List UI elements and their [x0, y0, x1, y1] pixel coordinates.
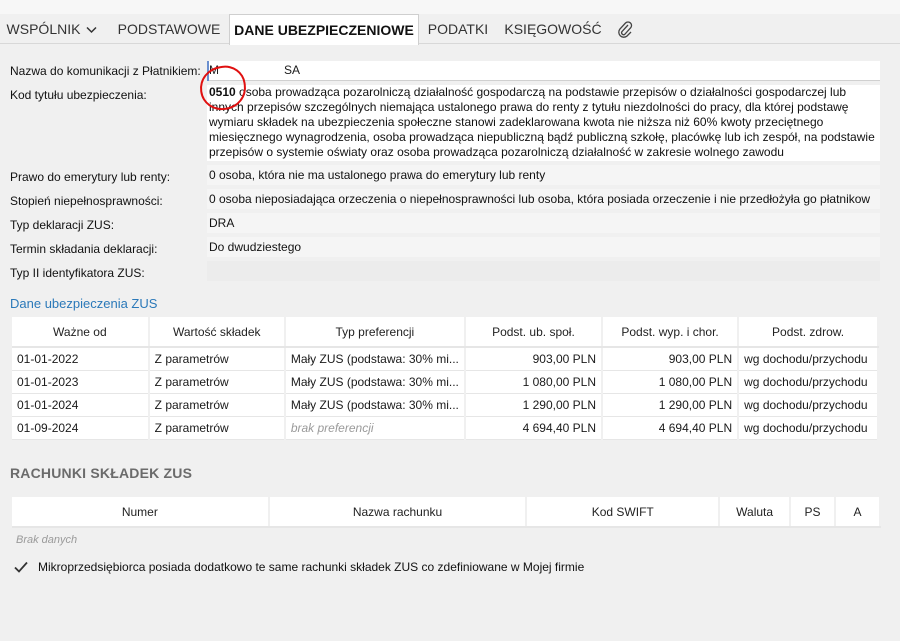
emerytura-field[interactable]: 0 osoba, która nie ma ustalonego prawa d…	[207, 165, 880, 185]
tab-dane-ubezpieczeniowe[interactable]: DANE UBEZPIECZENIOWE	[229, 14, 419, 45]
cell-preference: Mały ZUS (podstawa: 30% mi...	[284, 393, 466, 417]
table-row[interactable]: 01-01-2022 Z parametrów Mały ZUS (podsta…	[12, 347, 879, 371]
zus-table: Ważne od Wartość składek Typ preferencji…	[12, 317, 879, 440]
tab-podstawowe[interactable]: PODSTAWOWE	[110, 14, 228, 44]
column-header[interactable]: Typ preferencji	[284, 317, 466, 348]
column-header[interactable]: Ważne od	[12, 317, 150, 348]
cell-social-base: 1 080,00 PLN	[464, 370, 604, 394]
cell-preference: Mały ZUS (podstawa: 30% mi...	[284, 347, 466, 371]
column-header[interactable]: Waluta	[719, 497, 792, 528]
name-value-end: SA	[284, 63, 301, 77]
kod-field[interactable]: 0510 osoba prowadząca pozarolniczą dział…	[207, 85, 880, 161]
niepelno-label: Stopień niepełnosprawności:	[10, 194, 163, 208]
checkmark-icon[interactable]	[12, 558, 30, 576]
cell-health-base: wg dochodu/przychodu	[738, 347, 879, 371]
empty-state-text: Brak danych	[16, 534, 78, 546]
table-row[interactable]: 01-01-2024 Z parametrów Mały ZUS (podsta…	[12, 393, 879, 417]
cell-value-type: Z parametrów	[148, 416, 286, 440]
name-value-start: M	[209, 63, 219, 77]
paperclip-icon	[617, 21, 633, 39]
accounts-table: Numer Nazwa rachunku Kod SWIFT Waluta PS…	[12, 497, 881, 528]
cell-social-base: 4 694,40 PLN	[464, 416, 604, 440]
tab-label: DANE UBEZPIECZENIOWE	[234, 22, 414, 38]
tab-podatki[interactable]: PODATKI	[420, 14, 496, 44]
column-header[interactable]: Podst. zdrow.	[738, 317, 879, 348]
cell-preference: Mały ZUS (podstawa: 30% mi...	[284, 370, 466, 394]
deklaracja-label: Typ deklaracji ZUS:	[10, 218, 115, 232]
kod-description: osoba prowadząca pozarolniczą działalnoś…	[209, 85, 875, 159]
table-row[interactable]: 01-01-2023 Z parametrów Mały ZUS (podsta…	[12, 370, 879, 394]
cell-date: 01-01-2022	[12, 347, 150, 371]
cell-date: 01-09-2024	[12, 416, 150, 440]
cell-health-base: wg dochodu/przychodu	[738, 393, 879, 417]
name-input[interactable]: M SA	[207, 61, 880, 81]
tab-label: PODATKI	[427, 21, 489, 37]
window-top-strip	[0, 0, 900, 14]
table-header-row: Numer Nazwa rachunku Kod SWIFT Waluta PS…	[12, 497, 881, 528]
chevron-down-icon	[86, 14, 97, 44]
checkbox-label: Mikroprzedsiębiorca posiada dodatkowo te…	[38, 560, 585, 574]
identyfikator-label: Typ II identyfikatora ZUS:	[10, 266, 145, 280]
column-header[interactable]: Kod SWIFT	[526, 497, 721, 528]
tab-label: PODSTAWOWE	[117, 21, 221, 37]
tab-bar: WSPÓLNIK PODSTAWOWE DANE UBEZPIECZENIOWE…	[0, 0, 900, 45]
niepelno-field[interactable]: 0 osoba nieposiadająca orzeczenia o niep…	[207, 189, 880, 209]
column-header[interactable]: PS	[790, 497, 837, 528]
cell-sickness-base: 4 694,40 PLN	[602, 416, 740, 440]
column-header[interactable]: Nazwa rachunku	[268, 497, 528, 528]
column-header[interactable]: A	[835, 497, 881, 528]
cell-date: 01-01-2023	[12, 370, 150, 394]
cell-date: 01-01-2024	[12, 393, 150, 417]
cell-social-base: 903,00 PLN	[464, 347, 604, 371]
tab-attachments[interactable]	[610, 14, 640, 44]
table-header-row: Ważne od Wartość składek Typ preferencji…	[12, 317, 879, 348]
cell-health-base: wg dochodu/przychodu	[738, 416, 879, 440]
cell-value-type: Z parametrów	[148, 393, 286, 417]
termin-label: Termin składania deklaracji:	[10, 242, 158, 256]
cell-sickness-base: 1 080,00 PLN	[602, 370, 740, 394]
cell-social-base: 1 290,00 PLN	[464, 393, 604, 417]
cell-preference: brak preferencji	[284, 416, 466, 440]
cell-sickness-base: 1 290,00 PLN	[602, 393, 740, 417]
column-header[interactable]: Podst. ub. społ.	[464, 317, 604, 348]
name-label: Nazwa do komunikacji z Płatnikiem:	[10, 64, 201, 78]
tab-ksiegowosc[interactable]: KSIĘGOWOŚĆ	[500, 14, 606, 44]
kod-label: Kod tytułu ubezpieczenia:	[10, 88, 147, 102]
column-header[interactable]: Podst. wyp. i chor.	[602, 317, 740, 348]
zus-data-link[interactable]: Dane ubezpieczenia ZUS	[10, 296, 157, 311]
tab-label: KSIĘGOWOŚĆ	[504, 21, 602, 37]
cell-health-base: wg dochodu/przychodu	[738, 370, 879, 394]
cell-sickness-base: 903,00 PLN	[602, 347, 740, 371]
accounts-section-title: RACHUNKI SKŁADEK ZUS	[10, 465, 193, 481]
emerytura-label: Prawo do emerytury lub renty:	[10, 170, 171, 184]
cell-value-type: Z parametrów	[148, 347, 286, 371]
kod-code: 0510	[209, 85, 236, 99]
cell-value-type: Z parametrów	[148, 370, 286, 394]
identyfikator-field[interactable]	[207, 261, 880, 281]
tab-wspolnik[interactable]: WSPÓLNIK	[0, 14, 104, 44]
column-header[interactable]: Numer	[12, 497, 270, 528]
column-header[interactable]: Wartość składek	[148, 317, 286, 348]
tab-label: WSPÓLNIK	[6, 21, 81, 37]
termin-field[interactable]: Do dwudziestego	[207, 237, 880, 257]
table-row[interactable]: 01-09-2024 Z parametrów brak preferencji…	[12, 416, 879, 440]
deklaracja-field[interactable]: DRA	[207, 213, 880, 233]
